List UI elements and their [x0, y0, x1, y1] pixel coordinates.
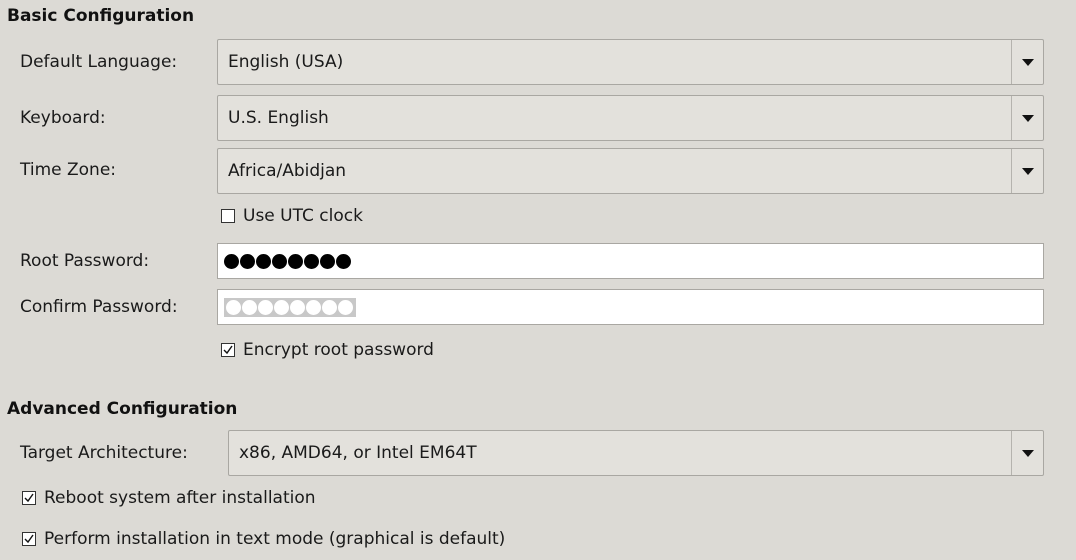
password-mask-dot [336, 253, 351, 269]
chevron-down-icon [1021, 449, 1034, 457]
text-mode-checkbox[interactable] [22, 532, 36, 546]
reboot-label: Reboot system after installation [44, 488, 316, 508]
password-mask-dot [242, 299, 257, 315]
password-mask-dot [306, 299, 321, 315]
password-mask-dot [320, 253, 335, 269]
time-zone-select[interactable]: Africa/Abidjan [217, 148, 1044, 194]
default-language-select[interactable]: English (USA) [217, 39, 1044, 85]
password-mask-dot [290, 299, 305, 315]
root-password-label: Root Password: [20, 251, 150, 271]
use-utc-clock-label: Use UTC clock [243, 206, 363, 226]
reboot-row[interactable]: Reboot system after installation [22, 488, 316, 508]
password-mask-dot [258, 299, 273, 315]
password-mask-dot [240, 253, 255, 269]
password-mask-dot [256, 253, 271, 269]
default-language-dropdown-button[interactable] [1011, 40, 1043, 84]
encrypt-root-password-label: Encrypt root password [243, 340, 434, 360]
keyboard-value: U.S. English [228, 108, 329, 128]
time-zone-value: Africa/Abidjan [228, 161, 347, 181]
encrypt-root-password-checkbox[interactable] [221, 343, 235, 357]
target-architecture-select[interactable]: x86, AMD64, or Intel EM64T [228, 430, 1044, 476]
root-password-field[interactable] [217, 243, 1044, 279]
confirm-password-label: Confirm Password: [20, 297, 178, 317]
keyboard-dropdown-button[interactable] [1011, 96, 1043, 140]
text-mode-label: Perform installation in text mode (graph… [44, 529, 506, 549]
checkmark-icon [223, 345, 233, 355]
default-language-value: English (USA) [228, 52, 344, 72]
chevron-down-icon [1021, 58, 1034, 66]
password-mask-dot [338, 299, 353, 315]
target-architecture-value: x86, AMD64, or Intel EM64T [239, 443, 477, 463]
password-mask-dot [272, 253, 287, 269]
keyboard-label: Keyboard: [20, 108, 106, 128]
use-utc-clock-checkbox[interactable] [221, 209, 235, 223]
target-architecture-dropdown-button[interactable] [1011, 431, 1043, 475]
chevron-down-icon [1021, 167, 1034, 175]
confirm-password-field[interactable] [217, 289, 1044, 325]
root-password-mask [224, 253, 352, 269]
target-architecture-label: Target Architecture: [20, 443, 188, 463]
password-mask-dot [226, 299, 241, 315]
use-utc-clock-row[interactable]: Use UTC clock [221, 206, 363, 226]
time-zone-label: Time Zone: [20, 160, 117, 180]
password-mask-dot [322, 299, 337, 315]
reboot-checkbox[interactable] [22, 491, 36, 505]
password-mask-dot [274, 299, 289, 315]
default-language-label: Default Language: [20, 52, 178, 72]
password-mask-dot [288, 253, 303, 269]
encrypt-root-password-row[interactable]: Encrypt root password [221, 340, 434, 360]
advanced-configuration-heading: Advanced Configuration [7, 399, 238, 419]
checkmark-icon [24, 534, 34, 544]
basic-configuration-heading: Basic Configuration [7, 6, 195, 26]
password-mask-dot [304, 253, 319, 269]
keyboard-select[interactable]: U.S. English [217, 95, 1044, 141]
time-zone-dropdown-button[interactable] [1011, 149, 1043, 193]
text-mode-row[interactable]: Perform installation in text mode (graph… [22, 529, 505, 549]
password-mask-dot [224, 253, 239, 269]
checkmark-icon [24, 493, 34, 503]
chevron-down-icon [1021, 114, 1034, 122]
confirm-password-mask [224, 297, 356, 317]
